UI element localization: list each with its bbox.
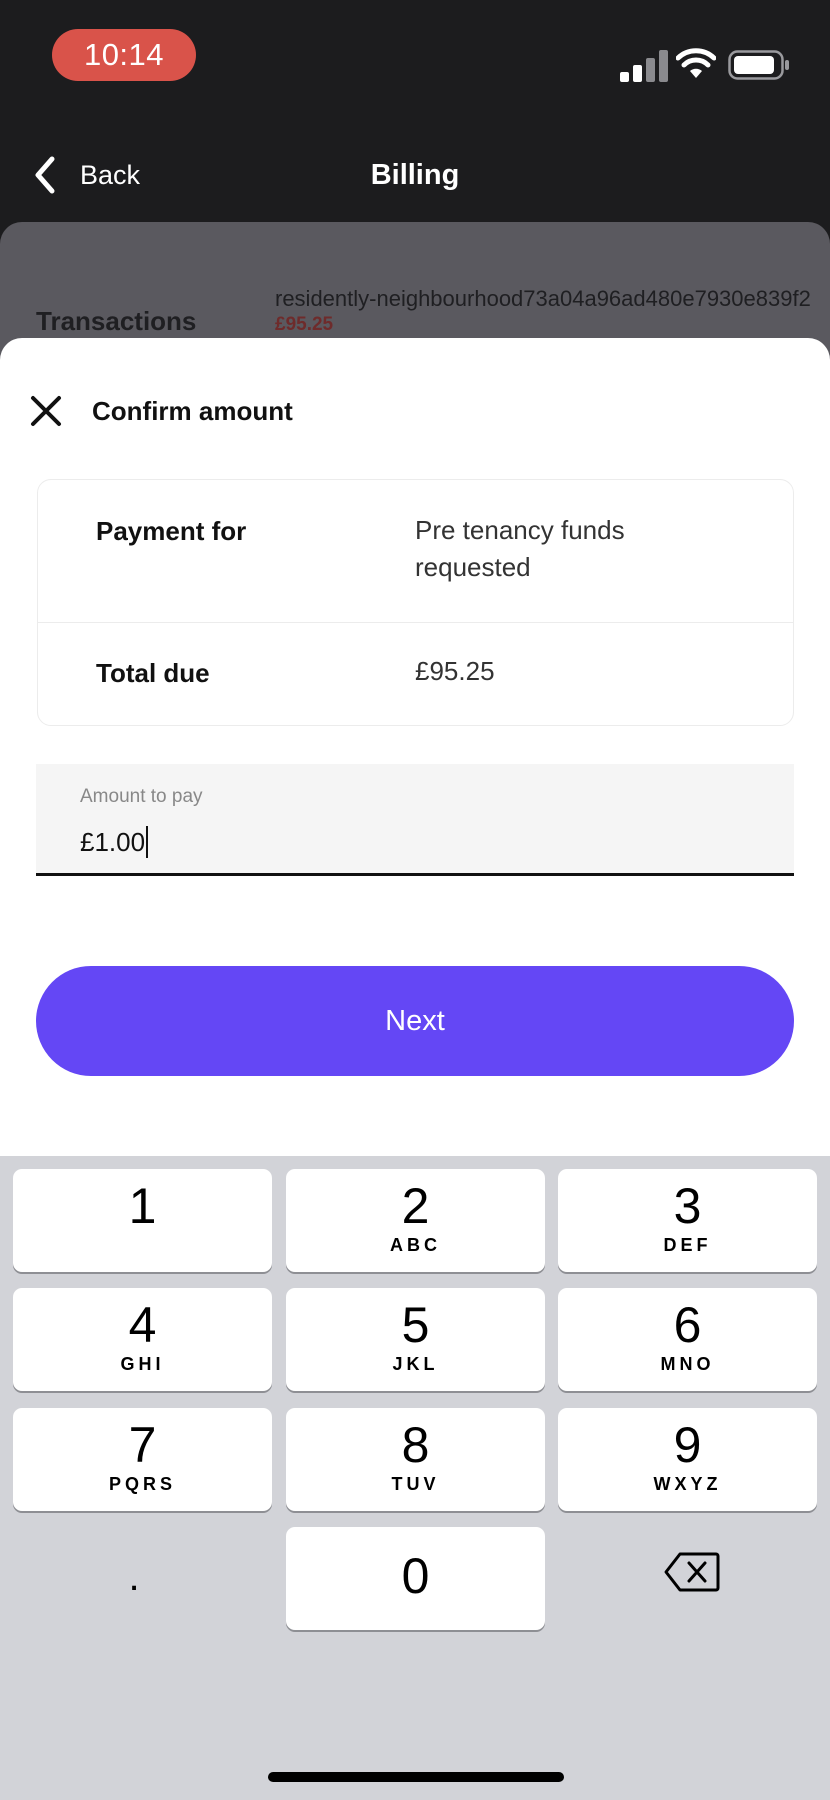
next-button[interactable]: Next bbox=[36, 966, 794, 1076]
key-letters: MNO bbox=[660, 1354, 715, 1374]
key-digit: 8 bbox=[401, 1417, 430, 1473]
total-due-value: £95.25 bbox=[415, 656, 495, 686]
key-9[interactable]: 9 WXYZ bbox=[558, 1408, 817, 1511]
key-letters: GHI bbox=[120, 1354, 165, 1374]
key-digit: 9 bbox=[673, 1417, 702, 1473]
transaction-amount: £95.25 bbox=[275, 314, 334, 335]
sheet-title: Confirm amount bbox=[92, 396, 293, 426]
key-5[interactable]: 5 JKL bbox=[286, 1288, 545, 1391]
amount-to-pay-label: Amount to pay bbox=[80, 786, 203, 807]
close-icon[interactable] bbox=[28, 393, 64, 429]
status-time: 10:14 bbox=[52, 29, 196, 81]
key-digit: 2 bbox=[401, 1178, 430, 1234]
key-decimal[interactable]: . bbox=[124, 1557, 144, 1597]
key-1[interactable]: 1 bbox=[13, 1169, 272, 1272]
key-letters: TUV bbox=[391, 1474, 440, 1494]
amount-to-pay-input[interactable]: £1.00 bbox=[80, 826, 149, 858]
key-digit: 4 bbox=[128, 1297, 157, 1353]
key-digit: 1 bbox=[128, 1178, 157, 1234]
payment-for-row: Payment for Pre tenancy funds requested bbox=[38, 480, 793, 623]
key-digit: 0 bbox=[401, 1548, 430, 1604]
confirm-amount-sheet: Confirm amount Payment for Pre tenancy f… bbox=[0, 338, 830, 1158]
status-bar: 10:14 bbox=[0, 0, 830, 110]
nav-bar: Back Billing bbox=[0, 110, 830, 222]
payment-for-label: Payment for bbox=[96, 516, 247, 546]
home-indicator bbox=[268, 1772, 564, 1782]
total-due-label: Total due bbox=[96, 658, 210, 688]
delete-icon[interactable] bbox=[664, 1551, 720, 1593]
key-letters: DEF bbox=[663, 1235, 712, 1255]
key-letters: ABC bbox=[390, 1235, 441, 1255]
text-caret bbox=[146, 826, 149, 858]
amount-to-pay-field[interactable]: Amount to pay £1.00 bbox=[36, 764, 794, 876]
key-letters: PQRS bbox=[108, 1474, 176, 1494]
amount-to-pay-value: £1.00 bbox=[80, 826, 146, 857]
key-8[interactable]: 8 TUV bbox=[286, 1408, 545, 1511]
key-digit: 5 bbox=[401, 1297, 430, 1353]
key-2[interactable]: 2 ABC bbox=[286, 1169, 545, 1272]
key-letters: WXYZ bbox=[653, 1474, 722, 1494]
key-digit: 6 bbox=[673, 1297, 702, 1353]
signal-icon bbox=[620, 50, 668, 82]
key-7[interactable]: 7 PQRS bbox=[13, 1408, 272, 1511]
payment-summary-card: Payment for Pre tenancy funds requested … bbox=[37, 479, 794, 726]
wifi-icon bbox=[676, 48, 716, 78]
key-3[interactable]: 3 DEF bbox=[558, 1169, 817, 1272]
key-6[interactable]: 6 MNO bbox=[558, 1288, 817, 1391]
page-title: Billing bbox=[370, 159, 460, 191]
total-due-row: Total due £95.25 bbox=[38, 623, 793, 727]
key-digit: 7 bbox=[128, 1417, 157, 1473]
transaction-reference: residently-neighbourhood73a04a96ad480e79… bbox=[275, 286, 811, 311]
transactions-heading: Transactions bbox=[36, 306, 197, 336]
key-4[interactable]: 4 GHI bbox=[13, 1288, 272, 1391]
battery-icon bbox=[728, 50, 789, 80]
key-0[interactable]: 0 bbox=[286, 1527, 545, 1630]
key-digit: 3 bbox=[673, 1178, 702, 1234]
payment-for-value: Pre tenancy funds requested bbox=[415, 515, 625, 582]
key-letters: JKL bbox=[392, 1354, 439, 1374]
